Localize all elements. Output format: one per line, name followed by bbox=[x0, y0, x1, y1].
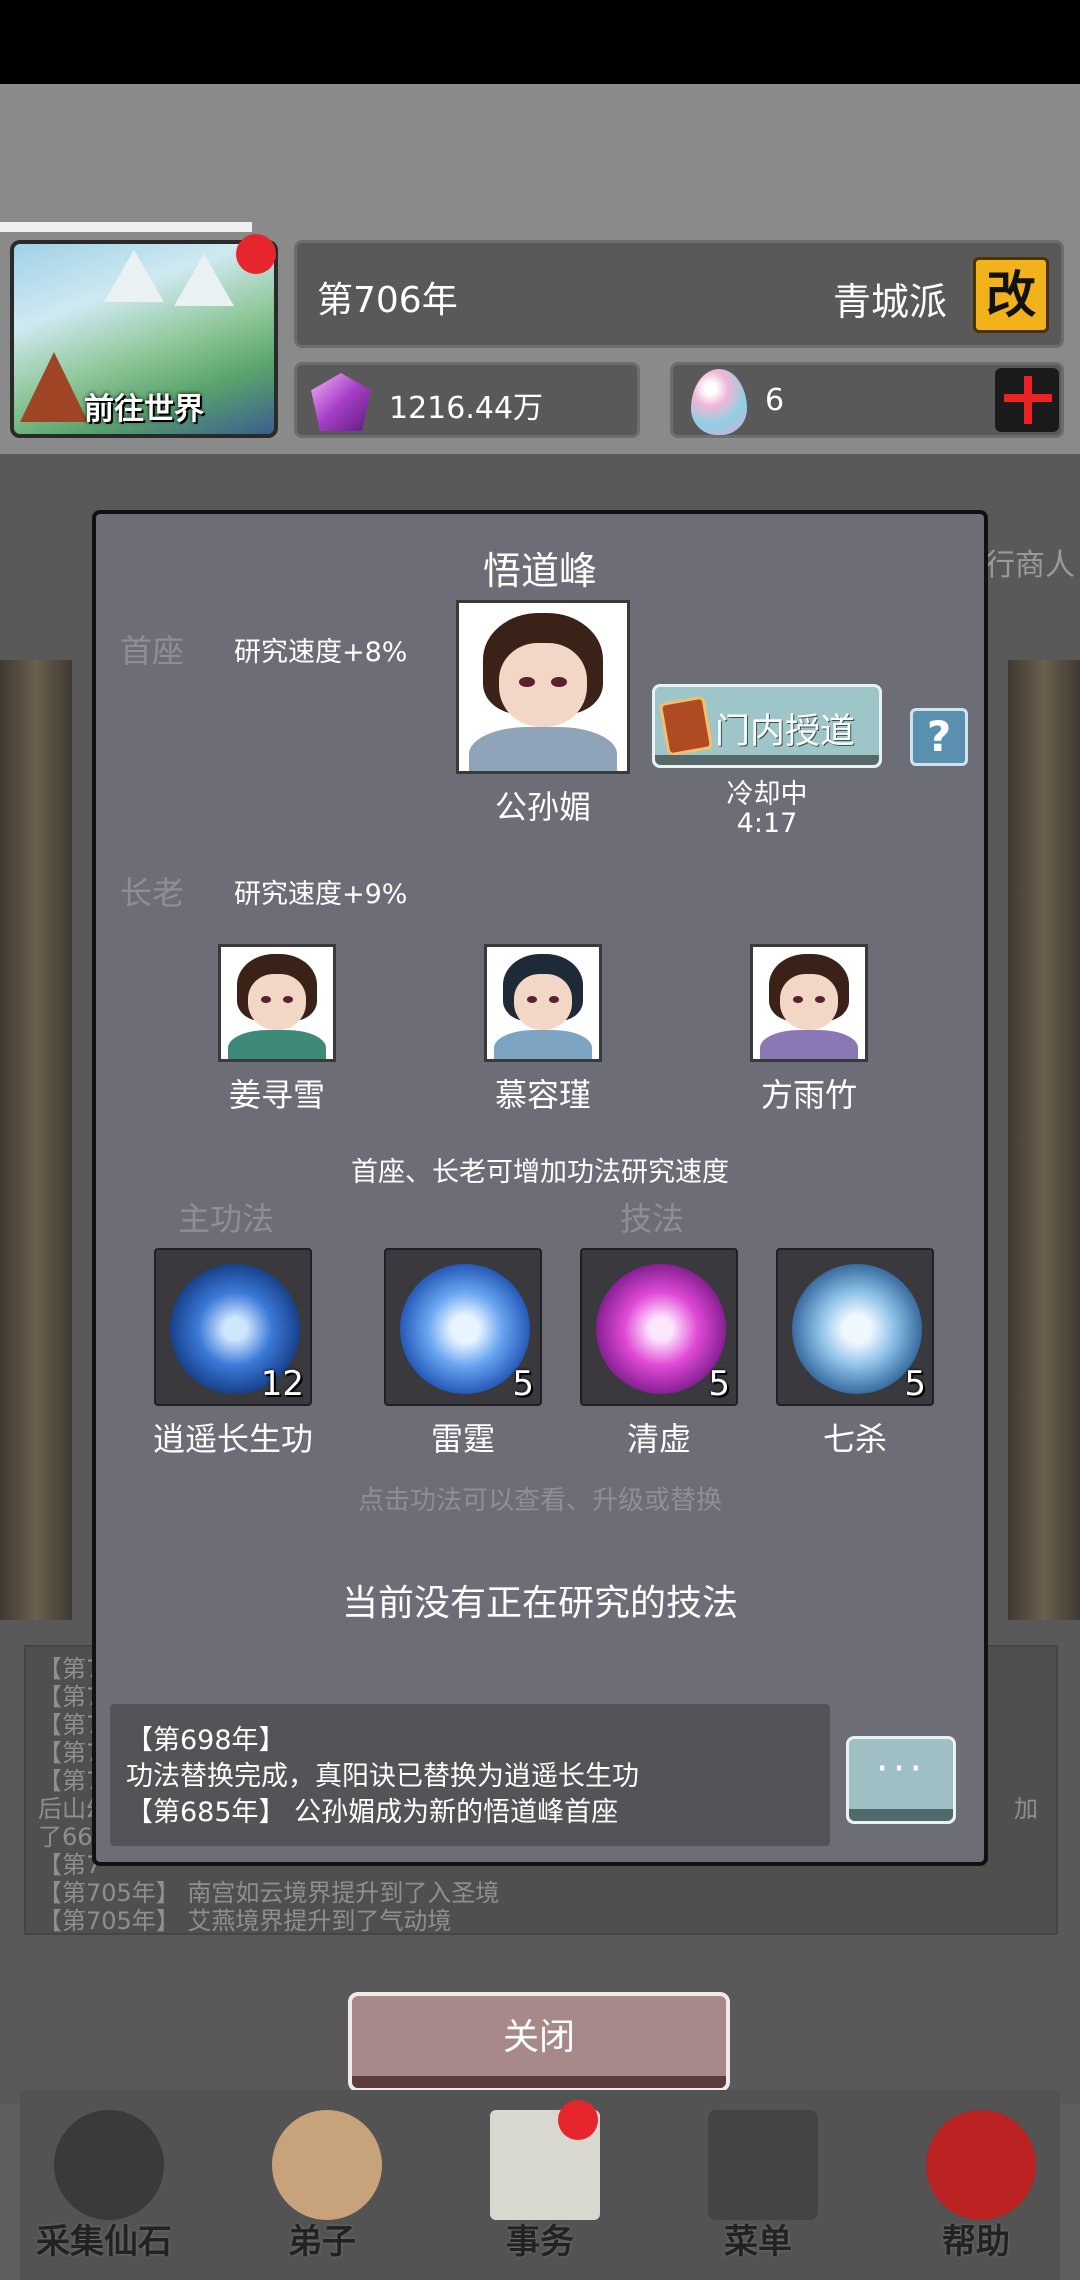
egg-icon bbox=[691, 369, 747, 435]
skill-level: 5 bbox=[904, 1364, 926, 1404]
elder-portrait[interactable] bbox=[218, 944, 336, 1062]
log-line: 【第698年】 bbox=[126, 1725, 286, 1756]
scroll-decoration bbox=[0, 660, 72, 1620]
cooldown-time: 4:17 bbox=[736, 808, 798, 839]
cooldown-label: 冷却中 bbox=[726, 779, 808, 810]
skill-slot[interactable]: 12 bbox=[154, 1248, 312, 1406]
nav-label: 帮助 bbox=[942, 2222, 1010, 2262]
head-portrait[interactable] bbox=[456, 600, 630, 774]
egg-panel: 6 bbox=[670, 362, 1064, 438]
eye bbox=[814, 996, 825, 1003]
scroll-icon bbox=[658, 695, 714, 757]
elder-portrait[interactable] bbox=[484, 944, 602, 1062]
robe bbox=[759, 1029, 859, 1059]
more-button[interactable]: ··· bbox=[846, 1736, 956, 1824]
pickaxe-icon bbox=[54, 2110, 164, 2220]
status-bar bbox=[0, 0, 1080, 84]
face bbox=[247, 973, 307, 1030]
face bbox=[513, 973, 573, 1030]
skill-level: 12 bbox=[260, 1364, 304, 1404]
skill-name: 清虚 bbox=[626, 1420, 691, 1458]
mountain-icon bbox=[174, 254, 234, 306]
nav-gather-button[interactable]: 采集仙石 bbox=[14, 2100, 194, 2270]
swords-icon bbox=[792, 1264, 922, 1394]
mountain-icon bbox=[104, 250, 164, 302]
spirit-stone-count: 1216.44万 bbox=[389, 391, 544, 426]
elders-label: 长老 bbox=[120, 874, 185, 912]
head-speed: 研究速度+8% bbox=[234, 637, 408, 668]
notification-dot bbox=[558, 2100, 598, 2140]
year-panel: 第706年 青城派 改 bbox=[294, 240, 1064, 348]
loading-bar bbox=[0, 222, 252, 232]
skill-name: 逍遥长生功 bbox=[152, 1420, 313, 1458]
robe bbox=[493, 1029, 593, 1059]
head-name: 公孙媚 bbox=[494, 788, 591, 826]
eye bbox=[548, 996, 559, 1003]
notification-dot bbox=[236, 234, 276, 274]
log-line: 功法替换完成，真阳诀已替换为逍遥长生功 bbox=[126, 1761, 639, 1792]
robe bbox=[227, 1029, 327, 1059]
nav-menu-button[interactable]: 菜单 bbox=[668, 2100, 848, 2270]
head-label: 首座 bbox=[120, 632, 185, 670]
crystal-icon bbox=[311, 373, 371, 431]
skill-name: 七杀 bbox=[822, 1420, 887, 1458]
robe bbox=[469, 727, 617, 771]
eye bbox=[551, 676, 567, 687]
nav-help-button[interactable]: 帮助 bbox=[886, 2100, 1066, 2270]
disciple-icon bbox=[272, 2110, 382, 2220]
skill-name: 雷霆 bbox=[430, 1420, 495, 1458]
log-line: 加 bbox=[1014, 1795, 1038, 1823]
dialog-title: 悟道峰 bbox=[482, 549, 597, 593]
log-line: 【第685年】 公孙媚成为新的悟道峰首座 bbox=[126, 1797, 619, 1828]
teach-button-label: 门内授道 bbox=[715, 712, 856, 752]
rename-button[interactable]: 改 bbox=[973, 257, 1049, 333]
teach-button[interactable]: 门内授道 bbox=[652, 684, 882, 768]
world-button-label: 前往世界 bbox=[84, 392, 204, 427]
elder-name: 方雨竹 bbox=[760, 1076, 857, 1114]
face bbox=[499, 643, 587, 728]
merchant-label: 行商人 bbox=[985, 548, 1075, 583]
skill-level: 5 bbox=[512, 1364, 534, 1404]
grid-icon bbox=[708, 2110, 818, 2220]
spirit-stone-panel: 1216.44万 bbox=[294, 362, 640, 438]
skill-level: 5 bbox=[708, 1364, 730, 1404]
add-egg-button[interactable] bbox=[995, 368, 1059, 432]
event-log: 【第698年】 功法替换完成，真阳诀已替换为逍遥长生功 【第685年】 公孙媚成… bbox=[110, 1704, 830, 1846]
egg-count: 6 bbox=[765, 383, 785, 418]
scroll-decoration bbox=[1008, 660, 1080, 1620]
elder-name: 姜寻雪 bbox=[228, 1076, 325, 1114]
skills-label: 技法 bbox=[620, 1200, 685, 1238]
year-text: 第706年 bbox=[317, 280, 458, 321]
nav-label: 采集仙石 bbox=[36, 2222, 172, 2262]
thunder-icon bbox=[400, 1264, 530, 1394]
help-icon bbox=[926, 2110, 1036, 2220]
nav-affairs-button[interactable]: 事务 bbox=[450, 2100, 630, 2270]
close-button[interactable]: 关闭 bbox=[348, 1992, 730, 2092]
skill-slot[interactable]: 5 bbox=[580, 1248, 738, 1406]
research-info: 首座、长老可增加功法研究速度 bbox=[351, 1157, 729, 1188]
world-map-button[interactable]: 前往世界 bbox=[10, 240, 278, 438]
technique-hint: 点击功法可以查看、升级或替换 bbox=[357, 1486, 722, 1516]
skill-slot[interactable]: 5 bbox=[384, 1248, 542, 1406]
help-button[interactable]: ? bbox=[910, 708, 968, 766]
nav-disciples-button[interactable]: 弟子 bbox=[232, 2100, 412, 2270]
nav-label: 弟子 bbox=[288, 2222, 356, 2262]
face bbox=[779, 973, 839, 1030]
log-line: 【第705年】 艾燕境界提升到了气动境 bbox=[38, 1907, 452, 1935]
eye bbox=[282, 996, 293, 1003]
elder-name: 慕容瑾 bbox=[494, 1076, 591, 1114]
sect-name: 青城派 bbox=[833, 280, 948, 324]
nav-label: 菜单 bbox=[724, 2222, 792, 2262]
nav-label: 事务 bbox=[506, 2222, 574, 2262]
elders-speed: 研究速度+9% bbox=[234, 879, 408, 910]
skill-slot[interactable]: 5 bbox=[776, 1248, 934, 1406]
no-research-text: 当前没有正在研究的技法 bbox=[341, 1583, 738, 1624]
eye bbox=[519, 676, 535, 687]
elder-portrait[interactable] bbox=[750, 944, 868, 1062]
void-icon bbox=[596, 1264, 726, 1394]
main-technique-label: 主功法 bbox=[178, 1200, 275, 1238]
peak-dialog: 悟道峰 首座 研究速度+8% 公孙媚 门内授道 ? 冷却中 4:17 长老 研究… bbox=[92, 510, 988, 1866]
